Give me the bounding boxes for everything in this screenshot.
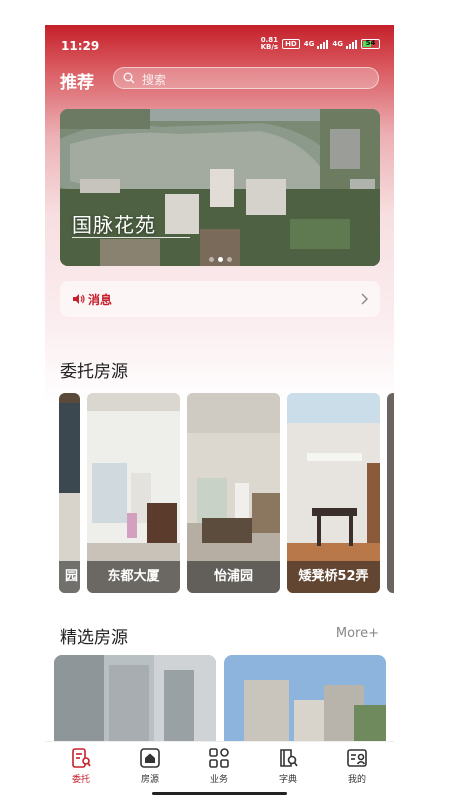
battery-icon: 54 — [361, 39, 380, 49]
tab-label: 我的 — [347, 775, 366, 785]
section-title-featured: 精选房源 — [60, 628, 128, 648]
banner-carousel[interactable]: 国脉花苑 — [60, 109, 380, 266]
banner-title: 国脉花苑 — [72, 213, 156, 237]
app-screen: 11:29 0.81 KB/s HD 4G 4G 54 推荐 搜索 国脉花苑 消… — [45, 25, 394, 800]
tab-business[interactable]: 业务 — [194, 747, 244, 785]
message-notice-bar[interactable]: 消息 — [60, 281, 380, 317]
tab-houses[interactable]: 房源 — [125, 747, 175, 785]
banner-title-underline — [72, 237, 190, 238]
signal-icon — [346, 39, 357, 49]
tab-dictionary[interactable]: 字典 — [263, 747, 313, 785]
grid-icon — [209, 748, 229, 768]
network-type-2: 4G — [332, 40, 343, 48]
listing-card-label: 矮凳桥52弄 — [287, 561, 380, 593]
carousel-dot[interactable] — [208, 257, 214, 262]
tab-label: 字典 — [278, 775, 297, 785]
bottom-tab-bar: 委托 房源 业务 字典 我的 — [45, 741, 394, 800]
section-title-entrusted: 委托房源 — [60, 362, 128, 382]
tab-entrust[interactable]: 委托 — [56, 747, 106, 785]
battery-level: 54 — [365, 39, 376, 47]
carousel-dot-active[interactable] — [217, 257, 223, 262]
status-time: 11:29 — [61, 39, 100, 53]
search-bar[interactable]: 搜索 — [113, 67, 379, 89]
search-icon — [123, 72, 135, 84]
listing-card[interactable]: 怡浦园 — [187, 393, 280, 593]
hd-badge: HD — [282, 39, 300, 49]
tab-label: 委托 — [71, 775, 90, 785]
speed-unit: KB/s — [260, 43, 279, 51]
house-icon — [140, 748, 160, 768]
entrust-icon — [72, 748, 91, 768]
message-label: 消息 — [88, 293, 113, 307]
more-link[interactable]: More+ — [336, 626, 379, 641]
listing-card-label: 怡浦园 — [187, 561, 280, 593]
tab-label: 房源 — [140, 775, 159, 785]
featured-listing-card[interactable] — [224, 655, 386, 745]
listing-photo — [387, 393, 394, 593]
network-type-1: 4G — [303, 40, 315, 48]
listing-card[interactable]: 东都大厦 — [87, 393, 180, 593]
profile-icon — [347, 749, 367, 767]
listing-card[interactable]: 矮凳桥52弄 — [287, 393, 380, 593]
carousel-dot[interactable] — [226, 257, 232, 262]
status-indicators: 0.81 KB/s HD 4G 4G 54 — [261, 37, 380, 51]
entrusted-carousel[interactable]: 园 东都大厦 怡浦园 矮凳桥52弄 — [45, 393, 394, 593]
tab-label: 业务 — [209, 775, 228, 785]
dictionary-icon — [280, 749, 298, 767]
page-title: 推荐 — [60, 73, 94, 93]
tab-profile[interactable]: 我的 — [332, 747, 382, 785]
featured-listing-photo — [54, 655, 216, 745]
network-speed: 0.81 KB/s — [261, 37, 278, 51]
home-indicator — [152, 792, 287, 795]
banner-image — [60, 109, 380, 266]
carousel-dots — [60, 257, 380, 262]
listing-card-label: 园 — [59, 561, 80, 593]
search-placeholder: 搜索 — [142, 73, 167, 87]
listing-card[interactable] — [387, 393, 394, 593]
featured-listing-photo — [224, 655, 386, 745]
signal-icon — [317, 39, 329, 49]
speaker-icon — [73, 294, 85, 304]
featured-listing-card[interactable] — [54, 655, 216, 745]
status-bar: 11:29 0.81 KB/s HD 4G 4G 54 — [45, 25, 394, 63]
listing-card-label: 东都大厦 — [87, 561, 180, 593]
chevron-right-icon — [361, 293, 368, 305]
listing-card[interactable]: 园 — [59, 393, 80, 593]
